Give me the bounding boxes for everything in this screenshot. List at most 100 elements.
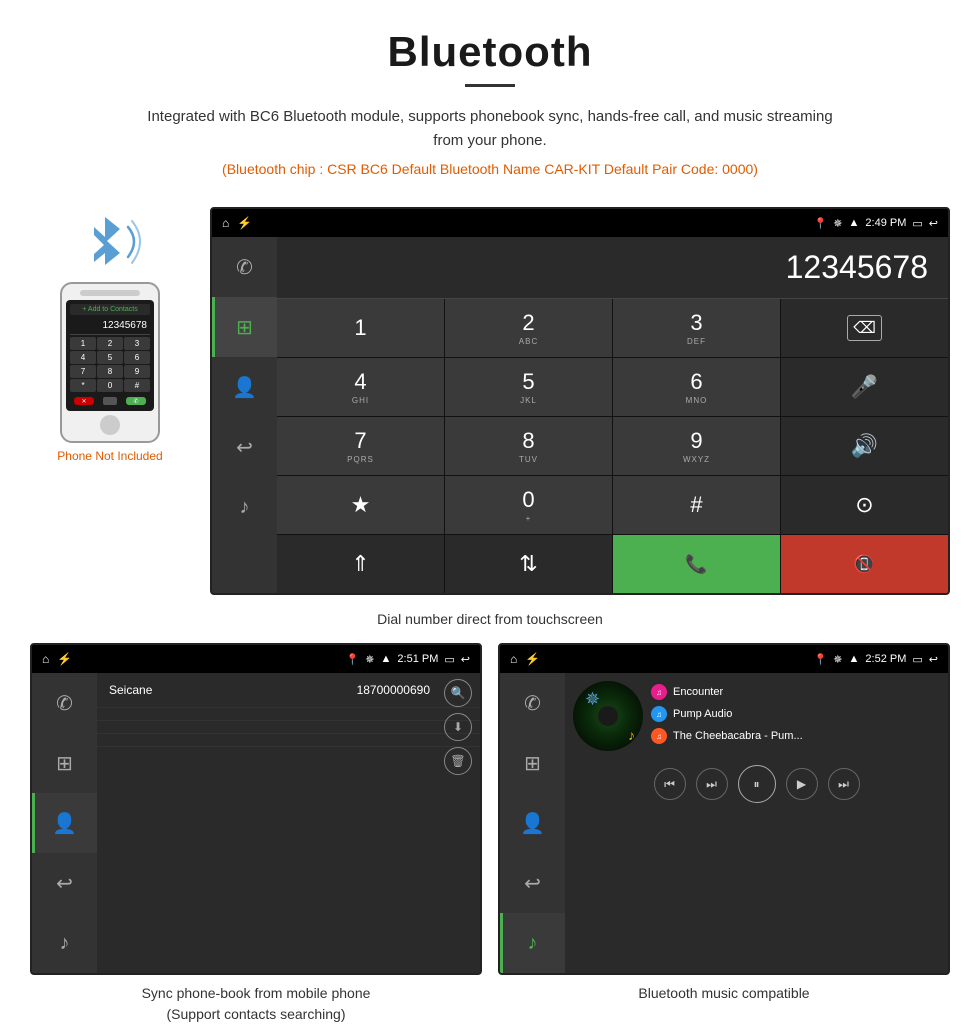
cs-recents-icon: ↩ (56, 871, 73, 896)
pb-status-time: 2:51 PM (397, 653, 438, 665)
key-4[interactable]: 4 GHI (277, 358, 444, 416)
contacts-main: Seicane 18700000690 🔍 ⬇ 🗑 (97, 673, 480, 973)
ms-status-time: 2:52 PM (865, 653, 906, 665)
ms-contacts-icon: 👤 (520, 811, 545, 836)
key-7[interactable]: 7 PQRS (277, 417, 444, 475)
key-star[interactable]: ★ (277, 476, 444, 534)
key-mute[interactable]: 🎤 (781, 358, 948, 416)
phone-key-0: 0 (97, 379, 123, 392)
delete-contact-btn[interactable]: 🗑 (444, 747, 472, 775)
ms-usb-icon: ⚡ (525, 652, 540, 666)
track-item-2: ♫ Pump Audio (651, 703, 940, 725)
phone-key-hash: # (124, 379, 150, 392)
end-call-icon: 📵 (853, 554, 875, 575)
cs-music-icon: ♪ (60, 932, 70, 955)
page-specs: (Bluetooth chip : CSR BC6 Default Blueto… (0, 161, 980, 177)
key-6-main: 6 (690, 369, 702, 395)
key-5-sub: JKL (520, 396, 537, 405)
pb-location-icon: 📍 (346, 653, 360, 666)
key-backspace[interactable]: ⌫ (781, 299, 948, 357)
music-layout: ✆ ⊞ 👤 ↩ ♪ (500, 673, 948, 973)
phonebook-section: ⌂ ⚡ 📍 ✵ ▲ 2:51 PM ▭ ↩ ✆ (30, 643, 482, 1025)
dial-menu-icon: ⊙ (855, 492, 873, 518)
main-content: + Add to Contacts 12345678 1 2 3 4 5 6 7… (0, 207, 980, 595)
track-item-1: ♫ Encounter (651, 681, 940, 703)
ms-contacts[interactable]: 👤 (500, 793, 565, 853)
key-hash[interactable]: # (613, 476, 780, 534)
next-btn[interactable]: ⏭ (828, 768, 860, 800)
phone-key-star: * (70, 379, 96, 392)
ms-music[interactable]: ♪ (500, 913, 565, 973)
dialer-sidebar: ✆ ⊞ 👤 ↩ ♪ (212, 237, 277, 593)
phonebook-status-left: ⌂ ⚡ (42, 652, 72, 666)
sidebar-keypad[interactable]: ⊞ (212, 297, 277, 357)
music-album-area: ✵ ♪ ♫ Encounter ♫ Pump Audio (573, 681, 940, 751)
cs-keypad[interactable]: ⊞ (32, 733, 97, 793)
status-right: 📍 ✵ ▲ 2:49 PM ▭ ↩ (814, 217, 938, 230)
contacts-layout: ✆ ⊞ 👤 ↩ ♪ (32, 673, 480, 973)
search-contact-btn[interactable]: 🔍 (444, 679, 472, 707)
ms-location-icon: 📍 (814, 653, 828, 666)
key-4-sub: GHI (352, 396, 369, 405)
key-merge[interactable]: ⇅ (445, 535, 612, 593)
key-2-main: 2 (522, 310, 534, 336)
cs-contacts-icon: 👤 (52, 811, 77, 836)
key-dial-menu[interactable]: ⊙ (781, 476, 948, 534)
music-caption: Bluetooth music compatible (498, 983, 950, 1004)
key-star-main: ★ (351, 492, 371, 518)
phonebook-caption: Sync phone-book from mobile phone(Suppor… (30, 983, 482, 1025)
key-6[interactable]: 6 MNO (613, 358, 780, 416)
cs-phone-icon: ✆ (56, 691, 73, 716)
usb-icon: ⚡ (237, 216, 252, 230)
ms-recents[interactable]: ↩ (500, 853, 565, 913)
key-9[interactable]: 9 WXYZ (613, 417, 780, 475)
ms-battery-icon: ▭ (912, 653, 922, 666)
key-hash-main: # (690, 492, 702, 518)
main-caption: Dial number direct from touchscreen (0, 611, 980, 627)
mute-icon: 🎤 (851, 374, 878, 400)
key-call[interactable]: 📞 (613, 535, 780, 593)
key-1[interactable]: 1 (277, 299, 444, 357)
keypad-sidebar-icon: ⊞ (236, 315, 253, 340)
key-2[interactable]: 2 ABC (445, 299, 612, 357)
key-end-call[interactable]: 📵 (781, 535, 948, 593)
home-icon: ⌂ (222, 216, 229, 230)
key-0[interactable]: 0 + (445, 476, 612, 534)
key-7-main: 7 (354, 428, 366, 454)
cs-contacts[interactable]: 👤 (32, 793, 97, 853)
up-arrow-icon: ⇑ (351, 551, 369, 577)
key-8[interactable]: 8 TUV (445, 417, 612, 475)
sidebar-music[interactable]: ♪ (212, 477, 277, 537)
key-3[interactable]: 3 DEF (613, 299, 780, 357)
key-8-sub: TUV (519, 455, 538, 464)
cs-music[interactable]: ♪ (32, 913, 97, 973)
play-pause-btn[interactable]: ⏸ (738, 765, 776, 803)
cs-recents[interactable]: ↩ (32, 853, 97, 913)
download-contact-btn[interactable]: ⬇ (444, 713, 472, 741)
key-3-sub: DEF (687, 337, 706, 346)
status-bar: ⌂ ⚡ 📍 ✵ ▲ 2:49 PM ▭ ↩ (212, 209, 948, 237)
prev-btn[interactable]: ⏮ (654, 768, 686, 800)
sidebar-recents[interactable]: ↩ (212, 417, 277, 477)
phone-number-display: 12345678 (70, 317, 150, 335)
sidebar-phone[interactable]: ✆ (212, 237, 277, 297)
key-vol[interactable]: 🔊 (781, 417, 948, 475)
phone-illustration: + Add to Contacts 12345678 1 2 3 4 5 6 7… (30, 207, 190, 463)
key-up-arrow[interactable]: ⇑ (277, 535, 444, 593)
rewind-btn[interactable]: ⏭ (696, 768, 728, 800)
forward-btn[interactable]: ▶ (786, 768, 818, 800)
phone-key-3: 3 (124, 337, 150, 350)
sidebar-contacts[interactable]: 👤 (212, 357, 277, 417)
page-header: Bluetooth Integrated with BC6 Bluetooth … (0, 0, 980, 207)
ms-keypad-icon: ⊞ (524, 751, 541, 776)
key-5[interactable]: 5 JKL (445, 358, 612, 416)
key-0-sub: + (526, 514, 532, 523)
music-controls: ⏮ ⏭ ⏸ ▶ ⏭ (573, 759, 940, 809)
ms-keypad[interactable]: ⊞ (500, 733, 565, 793)
cs-phone[interactable]: ✆ (32, 673, 97, 733)
key-2-sub: ABC (519, 337, 538, 346)
pb-back-icon: ↩ (461, 653, 470, 666)
track-list: ♫ Encounter ♫ Pump Audio ♫ The Cheebacab… (651, 681, 940, 751)
phone-sidebar-icon: ✆ (236, 255, 253, 280)
ms-phone[interactable]: ✆ (500, 673, 565, 733)
